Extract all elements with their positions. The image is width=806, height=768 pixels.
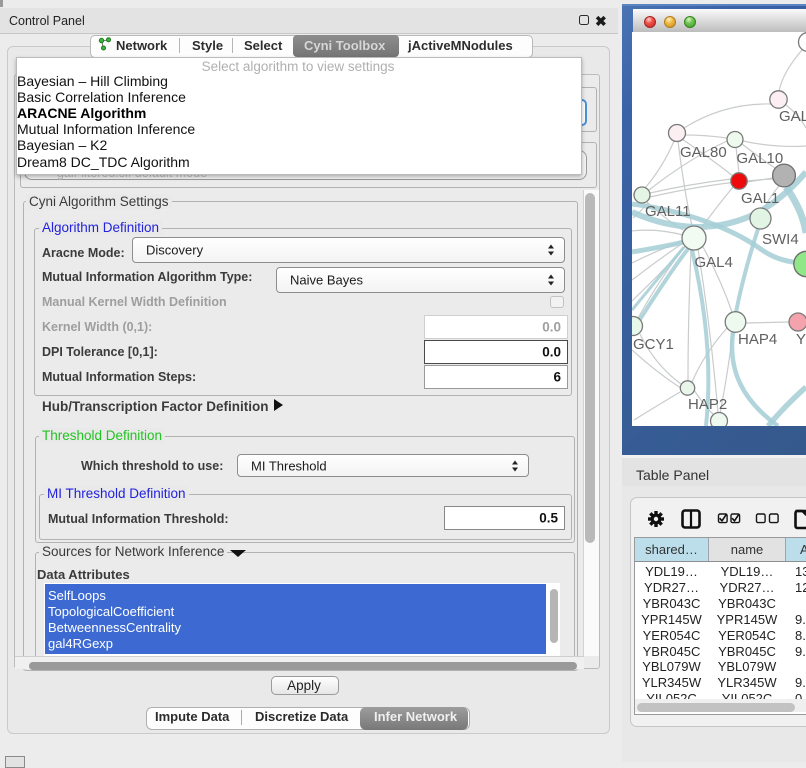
svg-text:GAL4: GAL4 xyxy=(695,254,733,271)
svg-text:GAL1: GAL1 xyxy=(741,190,779,207)
svg-text:GAL10: GAL10 xyxy=(737,150,784,167)
svg-text:GCY1: GCY1 xyxy=(633,336,674,353)
svg-text:GAL80: GAL80 xyxy=(680,144,727,161)
svg-text:HAP2: HAP2 xyxy=(688,396,727,413)
svg-text:GAL: GAL xyxy=(779,108,806,125)
svg-text:Y: Y xyxy=(796,331,806,348)
svg-text:HAP4: HAP4 xyxy=(738,331,777,348)
svg-text:SWI4: SWI4 xyxy=(762,231,799,248)
svg-text:GAL11: GAL11 xyxy=(645,203,691,220)
